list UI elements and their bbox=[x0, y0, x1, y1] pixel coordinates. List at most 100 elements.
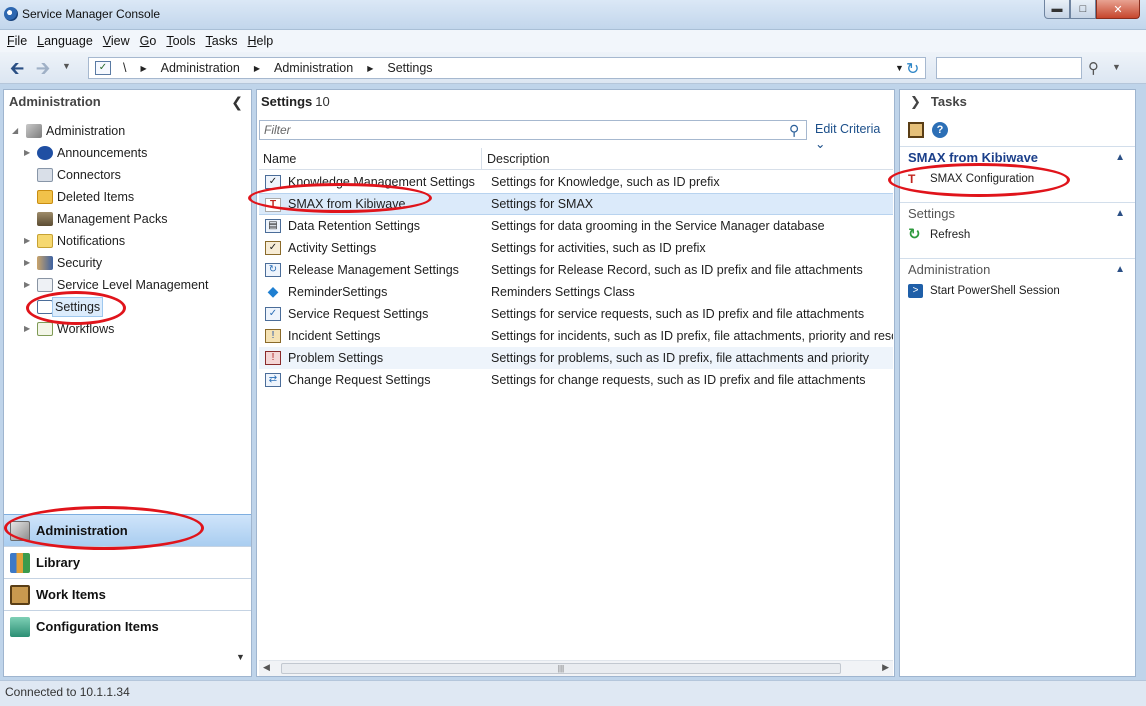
collapse-up-icon[interactable]: ▲ bbox=[1115, 147, 1125, 169]
expand-arrow-icon[interactable]: ▶ bbox=[24, 142, 30, 164]
workspace-library-button[interactable]: Library bbox=[4, 546, 251, 578]
table-row[interactable]: ! Problem Settings Settings for problems… bbox=[259, 347, 893, 369]
security-icon bbox=[37, 256, 53, 270]
expand-arrow-icon[interactable]: ▶ bbox=[24, 230, 30, 252]
minimize-button[interactable]: ▬ bbox=[1044, 0, 1070, 19]
menu-language[interactable]: Language bbox=[32, 34, 98, 48]
table-row[interactable]: ◆ ReminderSettings Reminders Settings Cl… bbox=[259, 281, 893, 303]
tree-item-workflows[interactable]: ▶ Workflows bbox=[4, 318, 251, 340]
scroll-left-icon[interactable]: ◀ bbox=[263, 662, 270, 673]
table-row[interactable]: ↻ Release Management Settings Settings f… bbox=[259, 259, 893, 281]
table-row[interactable]: ✓ Activity Settings Settings for activit… bbox=[259, 237, 893, 259]
column-header-name[interactable]: Name bbox=[263, 152, 296, 166]
task-section-header[interactable]: Settings ▲ bbox=[900, 202, 1135, 224]
breadcrumb-item[interactable]: Administration bbox=[274, 61, 353, 75]
task-section-administration: Administration ▲ > Start PowerShell Sess… bbox=[900, 258, 1135, 302]
search-icon[interactable]: ⚲ bbox=[789, 122, 799, 139]
table-row[interactable]: ✓ Knowledge Management Settings Settings… bbox=[259, 171, 893, 193]
connector-icon bbox=[37, 168, 53, 182]
menu-help[interactable]: Help bbox=[243, 34, 279, 48]
table-row[interactable]: ▤ Data Retention Settings Settings for d… bbox=[259, 215, 893, 237]
scroll-right-icon[interactable]: ▶ bbox=[882, 662, 889, 673]
tree-item-administration[interactable]: ◢ Administration bbox=[4, 120, 251, 142]
tree-item-connectors[interactable]: Connectors bbox=[4, 164, 251, 186]
address-bar[interactable]: ✓ \ ▶ Administration ▶ Administration ▶ … bbox=[88, 57, 926, 79]
change-request-icon: ⇄ bbox=[265, 373, 281, 387]
tree-item-service-level-management[interactable]: ▶ Service Level Management bbox=[4, 274, 251, 296]
tasks-toolbar: ? bbox=[908, 122, 948, 138]
workspace-work-items-button[interactable]: Work Items bbox=[4, 578, 251, 610]
collapse-pane-icon[interactable]: ❮ bbox=[231, 90, 243, 114]
table-row[interactable]: ! Incident Settings Settings for inciden… bbox=[259, 325, 893, 347]
main-frame: Administration ❮ ◢ Administration ▶ Anno… bbox=[0, 84, 1146, 680]
start-powershell-task[interactable]: > Start PowerShell Session bbox=[900, 280, 1135, 302]
task-section-smax: SMAX from Kibiwave ▲ T SMAX Configuratio… bbox=[900, 146, 1135, 190]
smax-configuration-task[interactable]: T SMAX Configuration bbox=[900, 168, 1135, 190]
chevron-right-icon[interactable]: ▶ bbox=[254, 64, 260, 73]
search-dropdown-icon[interactable]: ▼ bbox=[1112, 62, 1121, 72]
help-icon[interactable]: ? bbox=[932, 122, 948, 138]
release-settings-icon: ↻ bbox=[265, 263, 281, 277]
collapse-up-icon[interactable]: ▲ bbox=[1115, 203, 1125, 225]
tree-item-deleted-items[interactable]: Deleted Items bbox=[4, 186, 251, 208]
clipboard-icon[interactable] bbox=[908, 122, 924, 138]
workflow-icon bbox=[37, 322, 53, 336]
activity-settings-icon: ✓ bbox=[265, 241, 281, 255]
navigation-pane: Administration ❮ ◢ Administration ▶ Anno… bbox=[3, 89, 252, 677]
back-arrow-icon[interactable]: 🡰 bbox=[6, 58, 28, 78]
task-section-header[interactable]: Administration ▲ bbox=[900, 258, 1135, 280]
results-pane: Settings 10 Filter ⚲ Edit Criteria ⌄ Name… bbox=[256, 89, 895, 677]
history-dropdown-icon[interactable]: ▼ bbox=[62, 61, 71, 71]
connection-status: Connected to 10.1.1.34 bbox=[5, 685, 130, 699]
smax-icon: T bbox=[908, 172, 916, 186]
breadcrumb-item[interactable]: Settings bbox=[387, 61, 432, 75]
horizontal-scrollbar[interactable]: ◀ ||| ▶ bbox=[259, 660, 893, 676]
breadcrumb-item[interactable]: Administration bbox=[161, 61, 240, 75]
chevron-right-icon[interactable]: ▶ bbox=[367, 64, 373, 73]
table-row[interactable]: ✓ Service Request Settings Settings for … bbox=[259, 303, 893, 325]
more-workspaces-icon[interactable]: ▼ bbox=[236, 652, 245, 662]
address-dropdown-icon[interactable]: ▼ bbox=[895, 63, 904, 73]
tree-item-security[interactable]: ▶ Security bbox=[4, 252, 251, 274]
tree-item-management-packs[interactable]: Management Packs bbox=[4, 208, 251, 230]
admin-icon bbox=[10, 521, 30, 541]
smax-icon: T bbox=[265, 198, 281, 212]
expand-arrow-icon[interactable]: ▶ bbox=[24, 274, 30, 296]
tree-item-notifications[interactable]: ▶ Notifications bbox=[4, 230, 251, 252]
close-button[interactable]: ✕ bbox=[1096, 0, 1140, 19]
filter-input[interactable]: Filter bbox=[259, 120, 807, 140]
collapse-up-icon[interactable]: ▲ bbox=[1115, 259, 1125, 281]
task-section-header[interactable]: SMAX from Kibiwave ▲ bbox=[900, 146, 1135, 168]
menu-view[interactable]: View bbox=[98, 34, 135, 48]
search-icon[interactable]: ⚲ bbox=[1088, 59, 1099, 77]
column-header-description[interactable]: Description bbox=[487, 152, 550, 166]
scrollbar-thumb[interactable]: ||| bbox=[281, 663, 841, 674]
expand-arrow-icon[interactable]: ▶ bbox=[24, 252, 30, 274]
library-books-icon bbox=[10, 553, 30, 573]
workspace-administration-button[interactable]: Administration bbox=[4, 514, 251, 546]
search-input[interactable] bbox=[936, 57, 1082, 79]
menu-file[interactable]: File bbox=[2, 34, 32, 48]
settings-list: ✓ Knowledge Management Settings Settings… bbox=[259, 171, 893, 391]
tree-item-settings[interactable]: Settings bbox=[4, 296, 251, 318]
column-divider[interactable] bbox=[481, 148, 482, 170]
menu-go[interactable]: Go bbox=[135, 34, 162, 48]
reminder-diamond-icon: ◆ bbox=[267, 283, 279, 299]
expand-arrow-icon[interactable]: ▶ bbox=[24, 318, 30, 340]
forward-arrow-icon[interactable]: 🡲 bbox=[32, 58, 54, 78]
menu-tasks[interactable]: Tasks bbox=[201, 34, 243, 48]
expanded-arrow-icon[interactable]: ◢ bbox=[12, 120, 18, 142]
table-row[interactable]: T SMAX from Kibiwave Settings for SMAX bbox=[259, 193, 893, 215]
maximize-button[interactable]: □ bbox=[1070, 0, 1096, 19]
refresh-task[interactable]: ↻ Refresh bbox=[900, 224, 1135, 246]
breadcrumb-root[interactable]: \ bbox=[123, 61, 126, 75]
edit-criteria-button[interactable]: Edit Criteria ⌄ bbox=[815, 122, 894, 151]
refresh-icon[interactable]: ↻ bbox=[906, 59, 919, 79]
table-row[interactable]: ⇄ Change Request Settings Settings for c… bbox=[259, 369, 893, 391]
menu-tools[interactable]: Tools bbox=[161, 34, 200, 48]
configuration-items-icon bbox=[10, 617, 30, 637]
chevron-right-icon[interactable]: ▶ bbox=[140, 64, 146, 73]
workspace-configuration-items-button[interactable]: Configuration Items bbox=[4, 610, 251, 642]
tree-item-announcements[interactable]: ▶ Announcements bbox=[4, 142, 251, 164]
expand-pane-icon[interactable]: ❯ bbox=[910, 94, 921, 109]
